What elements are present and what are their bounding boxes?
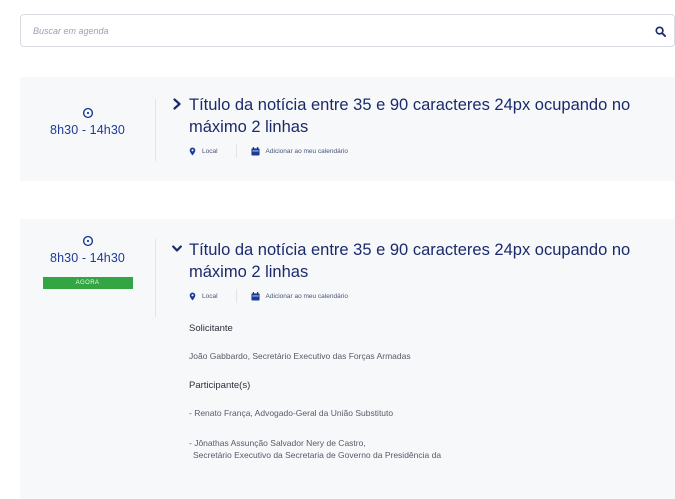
participant-item: - Jônathas Assunção Salvador Nery de Cas… — [189, 438, 366, 448]
event-title[interactable]: Título da notícia entre 35 e 90 caracter… — [189, 239, 665, 283]
participant-item-continued: Secretário Executivo da Secretaria de Go… — [193, 450, 442, 460]
event-content: Título da notícia entre 35 e 90 caracter… — [172, 94, 665, 158]
meta-divider — [235, 289, 237, 303]
event-title[interactable]: Título da notícia entre 35 e 90 caracter… — [189, 94, 665, 138]
clock-icon — [82, 107, 93, 119]
divider — [155, 99, 156, 161]
status-badge: AGORA — [42, 277, 133, 289]
event-meta: Local Adicionar ao meu calendário — [172, 144, 665, 158]
add-to-calendar-label: Adicionar ao meu calendário — [265, 292, 348, 300]
search-icon — [654, 25, 666, 37]
add-to-calendar-link[interactable]: Adicionar ao meu calendário — [250, 146, 348, 156]
event-card-expanded: 8h30 - 14h30 AGORA Título da notícia ent… — [20, 219, 675, 499]
event-details: Solicitante João Gabbardo, Secretário Ex… — [172, 323, 665, 461]
event-title-row[interactable]: Título da notícia entre 35 e 90 caracter… — [172, 239, 665, 283]
requester-value: João Gabbardo, Secretário Executivo das … — [189, 351, 411, 361]
add-to-calendar-label: Adicionar ao meu calendário — [265, 147, 348, 155]
search-button[interactable] — [650, 21, 670, 41]
clock-icon — [82, 235, 93, 247]
participants-label: Participante(s) — [189, 380, 251, 391]
event-time: 8h30 - 14h30 AGORA — [20, 235, 155, 289]
requester-label: Solicitante — [189, 323, 233, 334]
search-input[interactable] — [21, 15, 641, 46]
chevron-right-icon[interactable] — [172, 98, 182, 110]
event-time-text: 8h30 - 14h30 — [50, 251, 125, 265]
event-location: Local — [189, 292, 218, 301]
event-meta: Local Adicionar ao meu calendário — [172, 289, 665, 303]
event-card: 8h30 - 14h30 Título da notícia entre 35 … — [20, 77, 675, 181]
event-time-text: 8h30 - 14h30 — [50, 123, 125, 137]
event-title-row[interactable]: Título da notícia entre 35 e 90 caracter… — [172, 94, 665, 138]
event-location-label: Local — [202, 147, 218, 155]
calendar-icon — [250, 291, 260, 301]
location-pin-icon — [189, 147, 196, 155]
meta-divider — [235, 144, 237, 158]
add-to-calendar-link[interactable]: Adicionar ao meu calendário — [250, 291, 348, 301]
chevron-down-icon[interactable] — [172, 243, 182, 255]
location-pin-icon — [189, 292, 196, 300]
event-content: Título da notícia entre 35 e 90 caracter… — [172, 239, 665, 461]
divider — [155, 239, 156, 317]
event-location: Local — [189, 147, 218, 156]
search-bar — [20, 14, 675, 47]
calendar-icon — [250, 146, 260, 156]
event-location-label: Local — [202, 292, 218, 300]
event-time: 8h30 - 14h30 — [20, 107, 155, 139]
participant-item: - Renato França, Advogado-Geral da União… — [189, 408, 394, 418]
